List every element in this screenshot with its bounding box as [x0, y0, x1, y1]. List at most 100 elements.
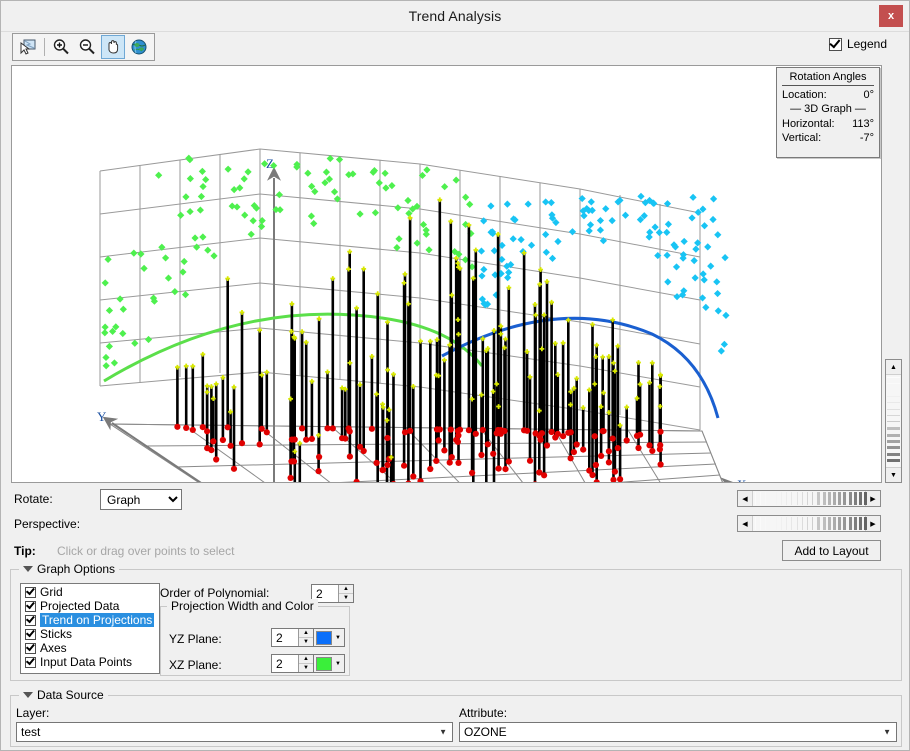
yz-color-chevron-down-icon[interactable]: ▼ — [332, 635, 344, 641]
add-to-layout-button[interactable]: Add to Layout — [782, 540, 881, 561]
graph-option-checkbox[interactable] — [25, 600, 36, 612]
graph-3d-divider: — 3D Graph — — [790, 103, 866, 115]
window-title: Trend Analysis — [408, 8, 502, 24]
graph-option-checkbox[interactable] — [25, 586, 36, 598]
xz-color-picker[interactable]: ▼ — [313, 654, 345, 673]
xy-base-point — [210, 438, 217, 445]
xy-base-point — [427, 465, 434, 473]
yz-up-arrow[interactable]: ▲ — [299, 629, 313, 638]
xy-base-point — [308, 435, 315, 442]
yz-down-arrow[interactable]: ▼ — [299, 638, 313, 646]
rotate-trackbar-right-arrow[interactable]: ▶ — [865, 491, 880, 506]
layer-chevron-down-icon[interactable]: ▼ — [439, 728, 447, 737]
graph-option-checkbox[interactable] — [25, 614, 36, 626]
xy-base-point — [256, 441, 263, 448]
xz-width-value[interactable]: 2 — [272, 655, 298, 672]
layer-combobox[interactable]: test ▼ — [16, 722, 453, 742]
attribute-combobox[interactable]: OZONE ▼ — [459, 722, 897, 742]
order-down-arrow[interactable]: ▼ — [339, 594, 353, 602]
zoom-out-button[interactable] — [75, 35, 99, 59]
trackbar-down-arrow[interactable]: ▼ — [886, 467, 901, 482]
xy-base-point — [230, 465, 238, 472]
yz-width-spinner[interactable]: 2 ▲ ▼ — [271, 628, 314, 647]
perspective-trackbar-right-arrow[interactable]: ▶ — [865, 516, 880, 531]
xy-base-point — [505, 458, 512, 465]
xz-width-spinner[interactable]: 2 ▲ ▼ — [271, 654, 314, 673]
graph-option-item[interactable]: Projected Data — [21, 599, 159, 613]
attribute-chevron-down-icon[interactable]: ▼ — [883, 728, 891, 737]
horizontal-label: Horizontal: — [782, 118, 835, 130]
tip-label: Tip: — [14, 544, 36, 558]
xy-base-point — [495, 465, 502, 472]
tip-text: Click or drag over points to select — [57, 544, 235, 558]
xy-base-point — [263, 429, 270, 436]
close-button[interactable]: x — [879, 5, 903, 27]
xy-base-point — [455, 432, 462, 439]
graph-option-item[interactable]: Axes — [21, 641, 159, 655]
rotate-trackbar-left-arrow[interactable]: ◀ — [738, 491, 753, 506]
perspective-trackbar-ticks[interactable] — [753, 516, 868, 531]
order-of-polynomial-stepper[interactable]: ▲ ▼ — [338, 585, 353, 602]
graph-option-item[interactable]: Trend on Projections — [21, 613, 159, 627]
rotate-trackbar[interactable]: ◀ ▶ — [737, 490, 881, 507]
graph-option-checkbox[interactable] — [25, 656, 36, 668]
yz-width-stepper[interactable]: ▲ ▼ — [298, 629, 313, 646]
xy-base-point — [174, 423, 181, 430]
xz-down-arrow[interactable]: ▼ — [299, 664, 313, 672]
data-source-header[interactable]: Data Source — [19, 688, 108, 702]
trackbar-up-arrow[interactable]: ▲ — [886, 360, 901, 375]
vertical-zoom-trackbar[interactable]: ▲ ▼ — [885, 359, 902, 483]
toolbar-separator — [44, 38, 45, 56]
vertical-label: Vertical: — [782, 132, 822, 144]
graph-option-checkbox[interactable] — [25, 642, 36, 654]
legend-checkbox[interactable]: Legend — [828, 37, 887, 51]
graph-options-header[interactable]: Graph Options — [19, 562, 120, 576]
xy-base-point — [633, 432, 641, 439]
rotate-select[interactable]: Graph — [100, 489, 182, 510]
perspective-trackbar-left-arrow[interactable]: ◀ — [738, 516, 753, 531]
graph-option-label: Input Data Points — [40, 655, 133, 669]
select-tool-button[interactable] — [16, 35, 40, 59]
order-up-arrow[interactable]: ▲ — [339, 585, 353, 594]
location-value: 0° — [863, 89, 874, 101]
vertical-trackbar-ticks[interactable] — [886, 375, 901, 467]
globe-button[interactable] — [127, 35, 151, 59]
layer-value: test — [21, 725, 41, 739]
graph-option-checkbox[interactable] — [25, 628, 36, 640]
xy-base-point — [565, 429, 572, 436]
xy-base-point — [199, 424, 206, 431]
xy-base-point — [609, 435, 616, 442]
graph-options-list[interactable]: Grid Projected Data Trend on Projections St… — [20, 583, 160, 674]
pan-hand-button[interactable] — [101, 35, 125, 59]
rotate-label: Rotate: — [14, 492, 53, 506]
xy-base-point — [635, 444, 642, 452]
zoom-in-button[interactable] — [49, 35, 73, 59]
rotate-trackbar-ticks[interactable] — [753, 491, 868, 506]
perspective-label: Perspective: — [14, 517, 81, 531]
graph-option-item[interactable]: Sticks — [21, 627, 159, 641]
xz-up-arrow[interactable]: ▲ — [299, 655, 313, 664]
perspective-trackbar[interactable]: ◀ ▶ — [737, 515, 881, 532]
xy-base-point — [342, 435, 349, 442]
xy-base-point — [360, 447, 367, 455]
data-source-collapse-triangle-icon — [23, 692, 33, 698]
xy-base-point — [484, 441, 491, 448]
xz-width-stepper[interactable]: ▲ ▼ — [298, 655, 313, 672]
xy-base-point — [329, 425, 336, 432]
graph-option-label: Projected Data — [40, 599, 120, 613]
graph-option-item[interactable]: Input Data Points — [21, 655, 159, 669]
yz-color-picker[interactable]: ▼ — [313, 628, 345, 647]
graph-option-item[interactable]: Grid — [21, 585, 159, 599]
xz-color-swatch — [316, 656, 332, 671]
xz-color-chevron-down-icon[interactable]: ▼ — [332, 661, 344, 667]
graph-option-label: Grid — [40, 585, 63, 599]
yz-width-value[interactable]: 2 — [272, 629, 298, 646]
collapse-triangle-icon — [23, 566, 33, 572]
graph-canvas[interactable]: Z X Y Rotation Angles Locat — [11, 65, 882, 483]
tool-button-group — [12, 33, 155, 61]
xy-base-point — [455, 459, 462, 466]
xy-base-point — [346, 453, 353, 460]
xy-base-point — [401, 429, 409, 436]
data-source-title: Data Source — [37, 688, 104, 702]
xy-base-point — [401, 462, 408, 469]
